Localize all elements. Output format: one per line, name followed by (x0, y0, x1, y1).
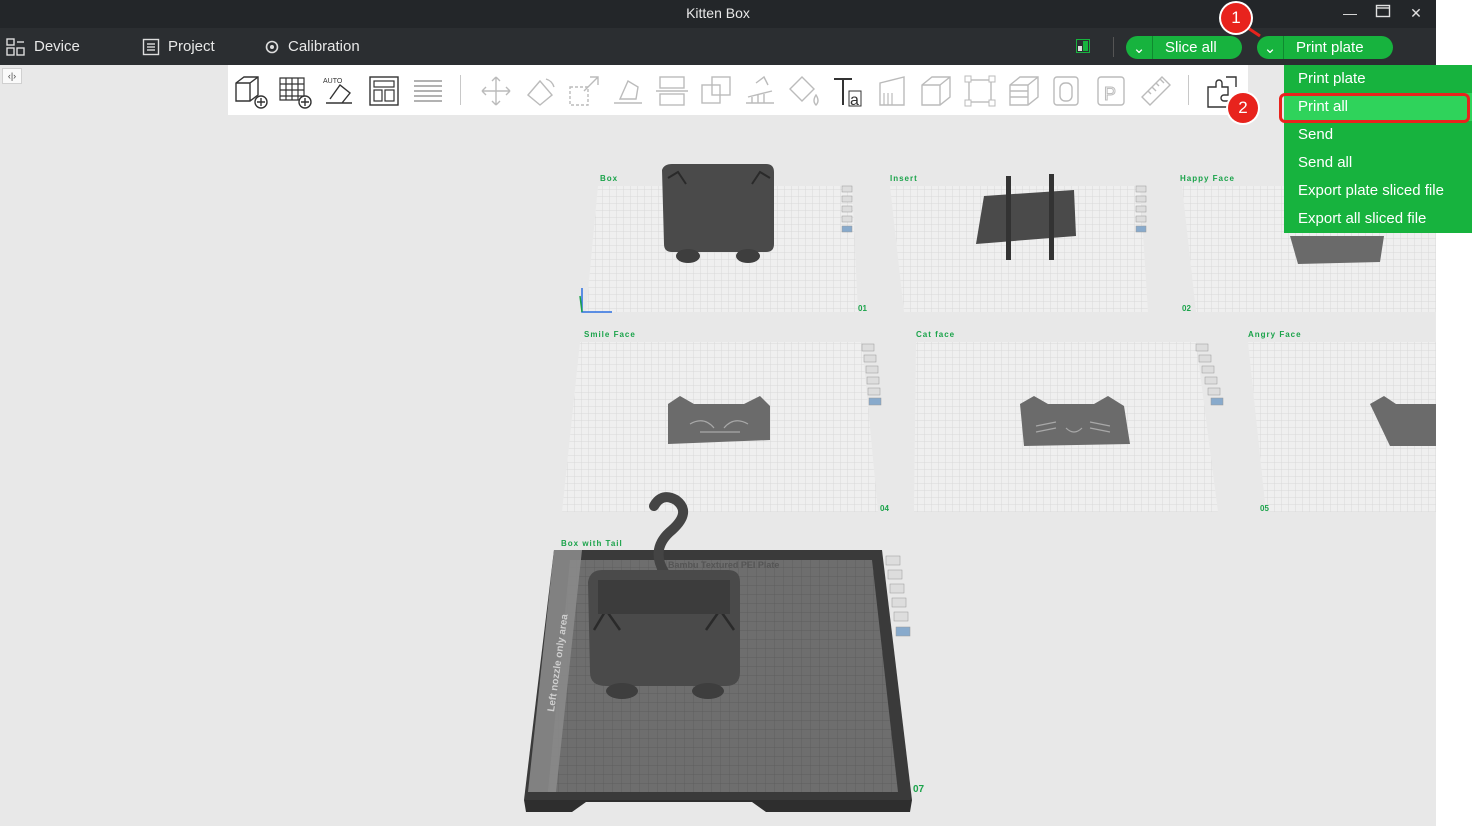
menu-calibration-label: Calibration (288, 38, 360, 55)
calibration-icon (264, 39, 280, 55)
menu-device-label: Device (34, 38, 80, 55)
plate-06-title[interactable]: Angry Face (1248, 330, 1302, 339)
print-all-highlight (1279, 93, 1470, 123)
menubar-divider (1113, 37, 1114, 57)
arrange-icon[interactable] (366, 73, 402, 109)
layout-icon[interactable] (1076, 39, 1090, 58)
print-dropdown-chevron-icon[interactable]: ⌄ (1257, 36, 1284, 59)
menu-device[interactable]: Device (6, 28, 80, 65)
plate-05[interactable] (914, 342, 1224, 512)
slice-dropdown-chevron-icon[interactable]: ⌄ (1126, 36, 1153, 59)
dropdown-export-plate-sliced-file[interactable]: Export plate sliced file (1284, 177, 1472, 205)
print-plate-button[interactable]: ⌄ Print plate (1257, 36, 1393, 59)
dropdown-send-all[interactable]: Send all (1284, 149, 1472, 177)
plate-07-number: 07 (913, 784, 925, 795)
slice-all-label: Slice all (1165, 39, 1217, 56)
minimize-icon[interactable]: — (1340, 4, 1360, 22)
plate-04-number: 04 (880, 504, 889, 513)
step-1-badge: 1 (1221, 3, 1251, 33)
seam-paint-icon[interactable] (874, 73, 910, 109)
svg-text:AUTO: AUTO (323, 78, 343, 85)
plate-01[interactable] (579, 164, 858, 313)
variable-height-icon[interactable] (1050, 73, 1086, 109)
color-paint-icon[interactable] (786, 73, 822, 109)
menu-calibration[interactable]: Calibration (264, 28, 360, 65)
text-icon[interactable]: a (830, 73, 866, 109)
close-icon[interactable]: ✕ (1406, 4, 1426, 22)
assembly-icon[interactable] (962, 73, 998, 109)
step-2-badge: 2 (1228, 93, 1258, 123)
plate-01-title[interactable]: Box (600, 174, 618, 183)
sidebar-collapse-icon[interactable]: ‹|› (2, 68, 22, 84)
toolbar-separator (460, 75, 461, 105)
plate-03-title[interactable]: Happy Face (1180, 174, 1235, 183)
plate-canvas[interactable]: Bambu Textured PEI Plate Left nozzle onl… (0, 115, 1436, 826)
plate-02-number: 02 (1182, 304, 1191, 313)
app-window: Kitten Box — ✕ Device Project Calibratio… (0, 0, 1436, 826)
plate-label-icon[interactable]: P (1094, 73, 1130, 109)
dropdown-send[interactable]: Send (1284, 121, 1472, 149)
dropdown-print-plate[interactable]: Print plate (1284, 65, 1472, 93)
plate-07-title[interactable]: Box with Tail (561, 539, 623, 548)
plate-04[interactable] (562, 342, 882, 512)
auto-orient-icon[interactable]: AUTO (320, 73, 356, 109)
plate-06[interactable] (1248, 342, 1436, 512)
scale-icon[interactable] (566, 73, 602, 109)
add-plate-icon[interactable] (276, 73, 312, 109)
measure-cube-icon[interactable] (918, 73, 954, 109)
plate-02-title[interactable]: Insert (890, 174, 918, 183)
slice-all-button[interactable]: ⌄ Slice all (1126, 36, 1242, 59)
cut-icon[interactable] (654, 73, 690, 109)
ruler-icon[interactable] (1138, 73, 1174, 109)
move-icon[interactable] (478, 73, 514, 109)
support-paint-icon[interactable] (742, 73, 778, 109)
dropdown-export-all-sliced-file[interactable]: Export all sliced file (1284, 205, 1472, 233)
print-dropdown-menu: Print plate Print all Send Send all Expo… (1284, 65, 1472, 233)
svg-text:P: P (1104, 84, 1116, 104)
toolbar-separator-2 (1188, 75, 1189, 105)
maximize-icon[interactable] (1373, 4, 1393, 22)
toolbar: AUTO a P (228, 65, 1248, 115)
lay-on-face-icon[interactable] (610, 73, 646, 109)
print-plate-label: Print plate (1296, 39, 1364, 56)
add-object-icon[interactable] (232, 73, 268, 109)
menu-project-label: Project (168, 38, 215, 55)
boolean-icon[interactable] (698, 73, 734, 109)
plate-04-title[interactable]: Smile Face (584, 330, 636, 339)
rotate-icon[interactable] (522, 73, 558, 109)
plate-01-number: 01 (858, 304, 867, 313)
plate-05-number: 05 (1260, 504, 1269, 513)
layers-box-icon[interactable] (1006, 73, 1042, 109)
project-icon (142, 38, 160, 56)
split-layers-icon[interactable] (410, 73, 446, 109)
device-icon (6, 37, 26, 56)
menu-project[interactable]: Project (142, 28, 215, 65)
bed-label: Bambu Textured PEI Plate (668, 560, 779, 570)
plate-02[interactable] (890, 174, 1148, 312)
plate-05-title[interactable]: Cat face (916, 330, 955, 339)
menu-bar: Device Project Calibration ⌄ Slice all ⌄… (0, 28, 1436, 65)
